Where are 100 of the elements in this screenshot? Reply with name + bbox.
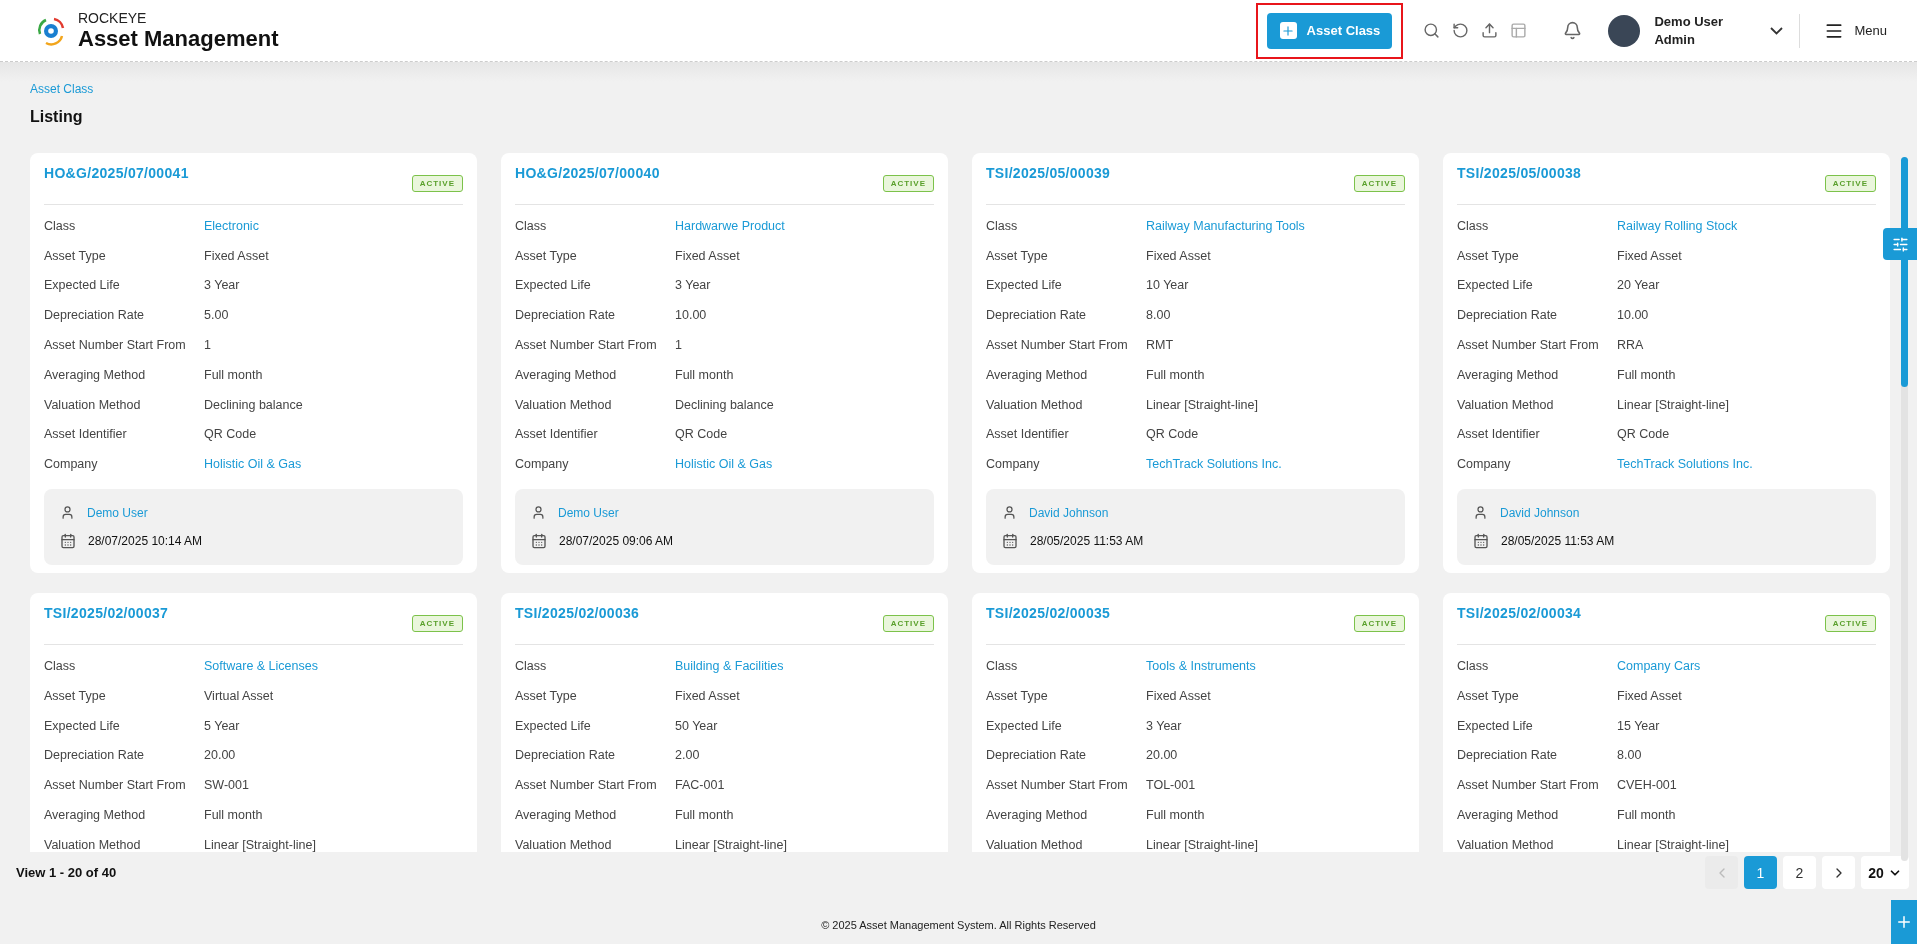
creator-link[interactable]: Demo User	[87, 505, 148, 520]
notification-button[interactable]	[1563, 21, 1583, 40]
scrollbar[interactable]	[1901, 157, 1908, 861]
field-label: Expected Life	[515, 278, 592, 293]
refresh-button[interactable]	[1452, 22, 1470, 39]
avatar	[1608, 14, 1641, 47]
field-label: Expected Life	[515, 718, 592, 733]
field-value: Full month	[1146, 808, 1206, 823]
page-button[interactable]: 2	[1783, 856, 1816, 889]
field-value: Fixed Asset	[675, 688, 741, 703]
plus-icon	[1281, 23, 1296, 38]
field-label: Depreciation Rate	[986, 308, 1088, 323]
field-link[interactable]: Holistic Oil & Gas	[675, 457, 934, 472]
field-value: Linear [Straight-line]	[1146, 837, 1259, 852]
field-link[interactable]: TechTrack Solutions Inc.	[1617, 457, 1876, 472]
field-label: Asset Number Start From	[515, 338, 658, 353]
field-value: Linear [Straight-line]	[1617, 397, 1730, 412]
field-value: Fixed Asset	[1146, 688, 1212, 703]
card-code-link[interactable]: TSI/2025/02/00036	[515, 605, 640, 622]
add-button[interactable]	[1891, 900, 1917, 944]
field-value: CVEH-001	[1617, 778, 1678, 793]
layout-button[interactable]	[1510, 22, 1528, 39]
field-label: Averaging Method	[44, 367, 147, 382]
field-label: Valuation Method	[1457, 837, 1555, 852]
field-label: Asset Number Start From	[44, 338, 187, 353]
field-link[interactable]: TechTrack Solutions Inc.	[1146, 457, 1405, 472]
page-size-select[interactable]: 20	[1861, 856, 1909, 889]
field-value: Full month	[1617, 808, 1677, 823]
field-label: Class	[986, 659, 1019, 674]
field-label: Asset Number Start From	[1457, 778, 1600, 793]
field-link[interactable]: Holistic Oil & Gas	[204, 457, 463, 472]
field-value: Full month	[204, 367, 264, 382]
status-badge: ACTIVE	[1824, 175, 1876, 192]
user-icon	[1002, 505, 1017, 521]
status-badge: ACTIVE	[1353, 615, 1405, 633]
calendar-icon	[60, 533, 76, 550]
user-icon	[1473, 505, 1488, 521]
status-badge: ACTIVE	[411, 615, 463, 633]
creator-link[interactable]: David Johnson	[1029, 505, 1109, 520]
field-value: Full month	[1146, 367, 1206, 382]
field-link[interactable]: Hardwarwe Product	[675, 218, 934, 233]
field-value: 8.00	[1617, 748, 1643, 763]
created-date: 28/07/2025 09:06 AM	[559, 534, 674, 549]
field-link[interactable]: Tools & Instruments	[1146, 659, 1405, 674]
copyright-text: © 2025 Asset Management System. All Rights Reserved	[821, 919, 1096, 931]
field-value: 15 Year	[1617, 718, 1661, 733]
card-code-link[interactable]: HO&G/2025/07/00040	[515, 165, 660, 181]
card-code-link[interactable]: TSI/2025/05/00039	[986, 165, 1111, 181]
field-value: 3 Year	[204, 278, 241, 293]
field-label: Company	[44, 457, 99, 472]
field-label: Asset Type	[515, 248, 578, 263]
field-link[interactable]: Building & Facilities	[675, 659, 934, 674]
creator-link[interactable]: Demo User	[558, 505, 619, 520]
field-value: FAC-001	[675, 778, 726, 793]
card-code-link[interactable]: TSI/2025/05/00038	[1457, 165, 1582, 181]
field-label: Class	[1457, 218, 1490, 233]
field-label: Depreciation Rate	[44, 308, 146, 323]
card-code-link[interactable]: TSI/2025/02/00037	[44, 605, 169, 622]
field-value: 20 Year	[1617, 278, 1661, 293]
field-label: Company	[1457, 457, 1512, 472]
status-badge: ACTIVE	[411, 175, 463, 192]
menu-button[interactable]: Menu	[1818, 19, 1893, 42]
field-label: Class	[986, 218, 1019, 233]
filter-button[interactable]	[1883, 228, 1917, 260]
card-code-link[interactable]: HO&G/2025/07/00041	[44, 165, 189, 181]
field-value: Full month	[1617, 367, 1677, 382]
search-button[interactable]	[1423, 22, 1441, 39]
field-label: Asset Number Start From	[986, 778, 1129, 793]
field-link[interactable]: Railway Rolling Stock	[1617, 218, 1876, 233]
field-label: Averaging Method	[1457, 808, 1560, 823]
created-date: 28/05/2025 11:53 AM	[1030, 534, 1144, 549]
field-label: Depreciation Rate	[986, 748, 1088, 763]
field-label: Expected Life	[986, 718, 1063, 733]
add-asset-class-button[interactable]: Asset Class	[1267, 12, 1393, 49]
upload-icon	[1481, 22, 1499, 39]
field-value: Virtual Asset	[204, 688, 275, 703]
user-dropdown-button[interactable]	[1770, 26, 1784, 35]
field-link[interactable]: Software & Licenses	[204, 659, 463, 674]
creator-link[interactable]: David Johnson	[1500, 505, 1580, 520]
field-link[interactable]: Electronic	[204, 218, 463, 233]
field-link[interactable]: Railway Manufacturing Tools	[1146, 218, 1405, 233]
field-value: Fixed Asset	[1617, 248, 1683, 263]
field-label: Valuation Method	[986, 397, 1084, 412]
field-value: TOL-001	[1146, 778, 1197, 793]
page-button[interactable]: 1	[1744, 856, 1777, 889]
calendar-icon	[1002, 533, 1018, 550]
plus-icon	[1895, 913, 1913, 931]
field-value: 10 Year	[1146, 278, 1190, 293]
field-label: Depreciation Rate	[44, 748, 146, 763]
card-code-link[interactable]: TSI/2025/02/00034	[1457, 605, 1582, 622]
upload-button[interactable]	[1481, 22, 1499, 39]
field-link[interactable]: Company Cars	[1617, 659, 1876, 674]
field-value: 5.00	[204, 308, 230, 323]
breadcrumb-link[interactable]: Asset Class	[30, 82, 94, 96]
field-label: Asset Number Start From	[44, 778, 187, 793]
next-page-button[interactable]	[1822, 856, 1855, 889]
card-code-link[interactable]: TSI/2025/02/00035	[986, 605, 1111, 622]
user-role: Admin	[1654, 30, 1696, 49]
field-label: Asset Type	[44, 688, 107, 703]
field-value: 2.00	[675, 748, 701, 763]
